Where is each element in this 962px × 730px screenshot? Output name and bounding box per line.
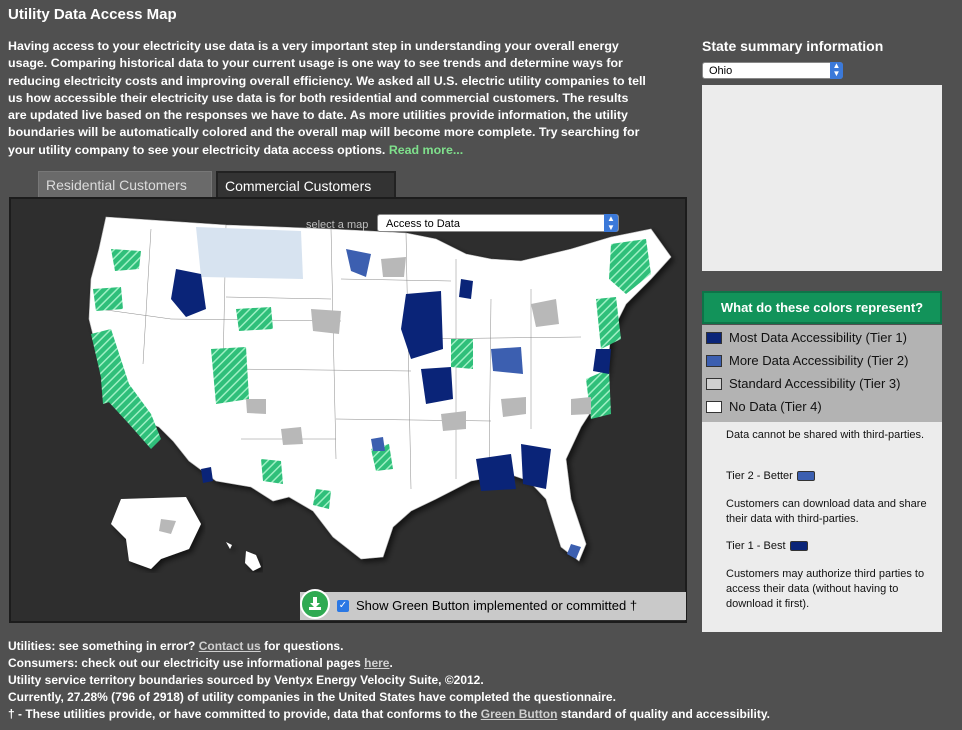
footer-line-stats: Currently, 27.28% (796 of 2918) of utili… xyxy=(8,690,616,704)
hawaii xyxy=(226,542,261,571)
read-more-link[interactable]: Read more... xyxy=(389,143,463,157)
tier2-heading: Tier 2 - Better xyxy=(726,469,931,484)
intro-text: Having access to your electricity use da… xyxy=(8,39,646,157)
map-panel: select a map Access to Data ▲ ▼ ✓ Show Gr… xyxy=(9,197,687,623)
state-select-value: Ohio xyxy=(709,65,733,77)
tier1-swatch xyxy=(706,331,722,344)
green-button-icon xyxy=(300,589,330,619)
legend-label: No Data (Tier 4) xyxy=(729,399,822,414)
page-title: Utility Data Access Map xyxy=(8,6,177,23)
chevron-updown-icon: ▲ ▼ xyxy=(830,62,843,79)
green-button-checkbox[interactable]: ✓ xyxy=(337,600,349,612)
legend-label: Standard Accessibility (Tier 3) xyxy=(729,376,901,391)
legend-label: Most Data Accessibility (Tier 1) xyxy=(729,330,907,345)
legend-title: What do these colors represent? xyxy=(702,291,942,324)
map-type-select[interactable]: Access to Data ▲ ▼ xyxy=(377,214,619,232)
legend-item-tier1: Most Data Accessibility (Tier 1) xyxy=(706,328,907,348)
select-map-label: select a map xyxy=(306,219,369,231)
tier2-description: Customers can download data and share th… xyxy=(726,498,927,525)
legend-item-tier4: No Data (Tier 4) xyxy=(706,397,822,417)
footer-line-utilities: Utilities: see something in error? Conta… xyxy=(8,639,344,653)
footer-line-source: Utility service territory boundaries sou… xyxy=(8,673,484,687)
tier2-label: Tier 2 - Better xyxy=(726,470,793,482)
tier1-description: Customers may authorize third parties to… xyxy=(726,568,925,610)
tier1-label: Tier 1 - Best xyxy=(726,540,786,552)
montana-region xyxy=(196,227,303,279)
footer: Utilities: see something in error? Conta… xyxy=(8,638,770,723)
tier1-mini-swatch xyxy=(789,541,808,552)
map-type-value: Access to Data xyxy=(386,218,460,230)
legend-list: Most Data Accessibility (Tier 1) More Da… xyxy=(702,325,942,422)
us-utility-map[interactable] xyxy=(11,199,685,621)
green-button-link[interactable]: Green Button xyxy=(481,707,558,721)
green-button-toggle-bar: ✓ Show Green Button implemented or commi… xyxy=(300,589,686,620)
tier2-swatch xyxy=(706,354,722,367)
state-select[interactable]: Ohio ▲ ▼ xyxy=(702,62,843,79)
tier2-mini-swatch xyxy=(796,471,815,482)
download-icon xyxy=(309,597,321,610)
here-link[interactable]: here xyxy=(364,656,389,670)
alaska xyxy=(111,497,201,569)
footer-line-consumers: Consumers: check out our electricity use… xyxy=(8,656,393,670)
tier4-description: Data cannot be shared with third-parties… xyxy=(726,429,925,441)
state-summary-panel xyxy=(702,85,942,271)
legend-item-tier2: More Data Accessibility (Tier 2) xyxy=(706,351,908,371)
footer-line-green-button: † - These utilities provide, or have com… xyxy=(8,707,770,721)
intro-paragraph: Having access to your electricity use da… xyxy=(8,38,648,159)
state-summary-title: State summary information xyxy=(702,38,884,54)
chevron-updown-icon: ▲ ▼ xyxy=(604,214,618,232)
contact-us-link[interactable]: Contact us xyxy=(199,639,261,653)
tier3-swatch xyxy=(706,377,722,390)
tab-commercial[interactable]: Commercial Customers xyxy=(216,171,396,199)
legend-label: More Data Accessibility (Tier 2) xyxy=(729,353,909,368)
tier1-heading: Tier 1 - Best xyxy=(726,539,931,554)
tab-residential[interactable]: Residential Customers xyxy=(38,171,212,198)
green-button-label: Show Green Button implemented or committ… xyxy=(356,598,638,613)
tier4-swatch xyxy=(706,400,722,413)
legend-item-tier3: Standard Accessibility (Tier 3) xyxy=(706,374,900,394)
legend-notes: Data cannot be shared with third-parties… xyxy=(702,422,942,632)
